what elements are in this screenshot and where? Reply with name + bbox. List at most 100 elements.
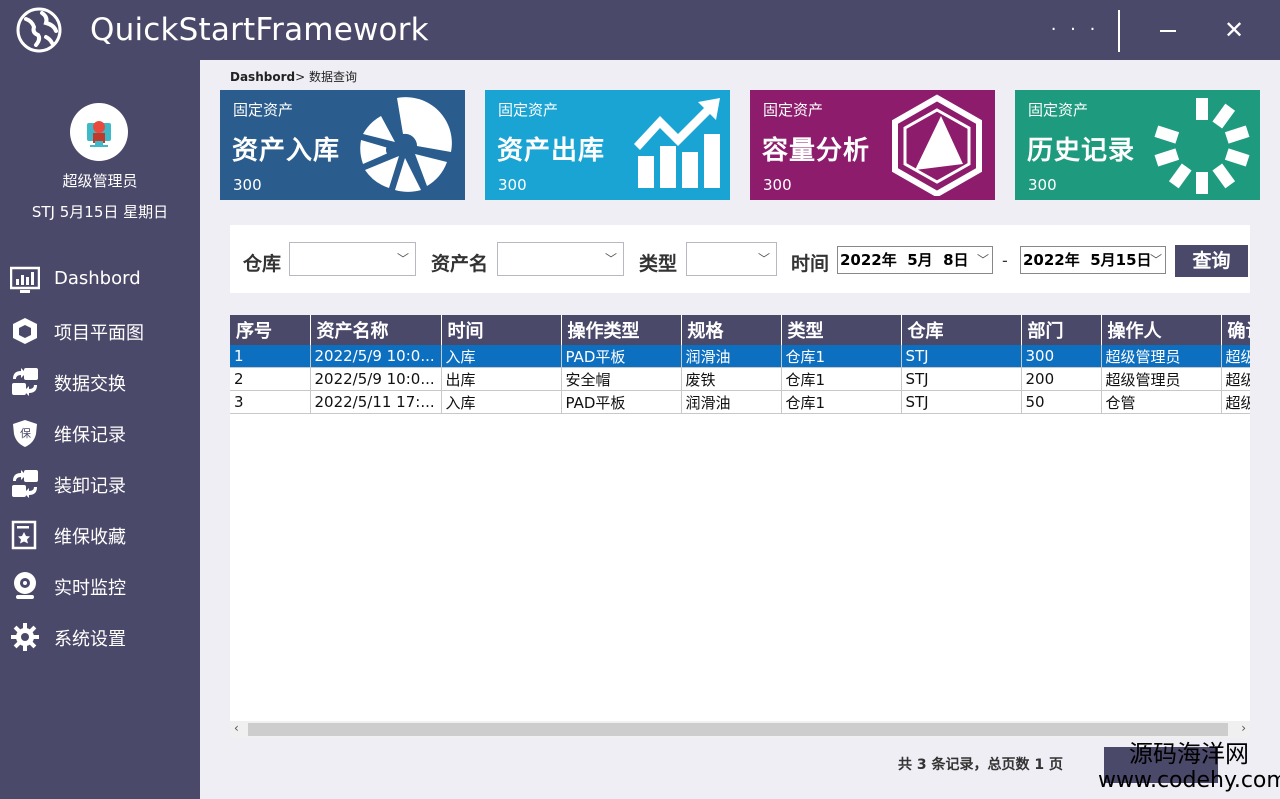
table-cell: STJ [901, 390, 1022, 414]
column-header-warehouse[interactable]: 仓库 [901, 315, 1022, 345]
date-from-value: 2022年 5月 8日 [840, 251, 969, 269]
card-history[interactable]: 固定资产 历史记录 300 [1015, 90, 1260, 200]
sidebar-item-floorplan[interactable]: 项目平面图 [0, 308, 200, 359]
more-button[interactable]: · · · [1050, 14, 1100, 46]
main-content: Dashbord> 数据查询 固定资产 资产入库 300 固定资产 资产出库 3… [200, 60, 1280, 799]
table-cell: 仓库1 [781, 390, 902, 414]
column-header-spec[interactable]: 规格 [681, 315, 782, 345]
gear-icon [11, 623, 39, 651]
scrollbar-thumb[interactable] [248, 723, 1228, 736]
card-subtitle: 固定资产 [763, 101, 824, 119]
type-label: 类型 [639, 253, 678, 275]
table-cell: 入库 [441, 345, 562, 368]
card-title: 资产出库 [497, 136, 606, 166]
column-header-department[interactable]: 部门 [1021, 315, 1102, 345]
webcam-icon [14, 572, 36, 599]
column-header-operator[interactable]: 操作人 [1101, 315, 1222, 345]
asset-name-select[interactable]: ﹀ [497, 242, 624, 276]
card-value: 300 [233, 176, 262, 194]
table-cell: 超级 [1221, 367, 1250, 391]
growth-chart-icon [634, 98, 720, 188]
sidebar-item-label: 系统设置 [54, 629, 126, 650]
title-bar: QuickStartFramework · · · ✕ [0, 0, 1280, 60]
card-subtitle: 固定资产 [233, 101, 294, 119]
table-cell: 出库 [441, 367, 562, 391]
table-row[interactable]: 3 2022/5/11 17:... 入库 PAD平板 润滑油 仓库1 STJ … [230, 390, 1250, 414]
table-cell: PAD平板 [561, 390, 682, 414]
table-cell: 2022/5/11 17:... [310, 390, 442, 414]
chevron-down-icon: ﹀ [396, 252, 409, 266]
sidebar-item-label: 数据交换 [54, 374, 126, 395]
type-select[interactable]: ﹀ [686, 242, 777, 276]
chevron-down-icon: ﹀ [757, 252, 770, 266]
column-header-time[interactable]: 时间 [441, 315, 562, 345]
bookmark-icon [11, 520, 37, 550]
sidebar-item-maintenance[interactable]: 保 维保记录 [0, 410, 200, 461]
svg-text:保: 保 [20, 426, 31, 440]
table-cell: 入库 [441, 390, 562, 414]
warehouse-select[interactable]: ﹀ [289, 242, 416, 276]
table-row[interactable]: 2 2022/5/9 10:0... 出库 安全帽 废铁 仓库1 STJ 200… [230, 367, 1250, 391]
table-cell: 仓管 [1101, 390, 1222, 414]
chevron-down-icon: ﹀ [604, 252, 617, 266]
query-button[interactable]: 查询 [1175, 245, 1248, 277]
table-cell: STJ [901, 367, 1022, 391]
record-count-status: 共 3 条记录，总页数 1 页 [898, 757, 1063, 773]
date-to-value: 2022年 5月15日 [1023, 251, 1152, 269]
table-cell: 超级 [1221, 390, 1250, 414]
sidebar-item-loading[interactable]: 装卸记录 [0, 461, 200, 512]
card-subtitle: 固定资产 [1028, 101, 1089, 119]
breadcrumb-root[interactable]: Dashbord [230, 70, 295, 84]
column-header-asset-name[interactable]: 资产名称 [310, 315, 442, 345]
loading-icon [1154, 98, 1250, 194]
sidebar: 超级管理员 STJ 5月15日 星期日 Dashbord 项目平面图 数据交换 … [0, 60, 200, 799]
warehouse-label: 仓库 [243, 253, 282, 275]
card-value: 300 [763, 176, 792, 194]
sidebar-item-label: Dashbord [54, 268, 141, 289]
breadcrumb-current: 数据查询 [305, 70, 357, 84]
chevron-down-icon: ﹀ [976, 253, 989, 267]
data-grid: 序号 资产名称 时间 操作类型 规格 类型 仓库 部门 操作人 确认 1 202… [230, 315, 1250, 738]
sidebar-item-label: 项目平面图 [54, 323, 144, 344]
table-row[interactable]: 1 2022/5/9 10:0... 入库 PAD平板 润滑油 仓库1 STJ … [230, 345, 1250, 368]
card-capacity[interactable]: 固定资产 容量分析 300 [750, 90, 995, 200]
sidebar-item-dashboard[interactable]: Dashbord [0, 257, 200, 308]
horizontal-scrollbar[interactable]: ‹ › [230, 721, 1250, 738]
sidebar-item-label: 装卸记录 [54, 476, 126, 497]
chevron-down-icon: ﹀ [1149, 253, 1162, 267]
table-cell: 2022/5/9 10:0... [310, 367, 442, 391]
exchange-icon [12, 368, 38, 396]
load-icon [12, 470, 38, 498]
sidebar-item-data-exchange[interactable]: 数据交换 [0, 359, 200, 410]
breadcrumb: Dashbord> 数据查询 [230, 68, 357, 85]
card-title: 资产入库 [232, 136, 341, 166]
card-subtitle: 固定资产 [498, 101, 559, 119]
card-asset-out[interactable]: 固定资产 资产出库 300 [485, 90, 730, 200]
table-cell: 50 [1021, 390, 1102, 414]
table-cell: 3 [230, 390, 311, 414]
minimize-button[interactable] [1146, 14, 1190, 46]
close-button[interactable]: ✕ [1214, 14, 1254, 46]
sidebar-item-settings[interactable]: 系统设置 [0, 614, 200, 665]
date-from-picker[interactable]: 2022年 5月 8日 ﹀ [837, 246, 993, 274]
column-header-index[interactable]: 序号 [230, 315, 311, 345]
column-header-type[interactable]: 类型 [781, 315, 902, 345]
scroll-right-icon[interactable]: › [1241, 721, 1246, 735]
user-date: STJ 5月15日 星期日 [31, 203, 169, 221]
table-cell: 废铁 [681, 367, 782, 391]
date-to-picker[interactable]: 2022年 5月15日 ﹀ [1020, 246, 1166, 274]
table-cell: 润滑油 [681, 390, 782, 414]
card-asset-in[interactable]: 固定资产 资产入库 300 [220, 90, 465, 200]
avatar [70, 103, 128, 161]
date-range-dash: - [1002, 251, 1008, 270]
column-header-operation[interactable]: 操作类型 [561, 315, 682, 345]
card-value: 300 [1028, 176, 1057, 194]
sidebar-item-favorites[interactable]: 维保收藏 [0, 512, 200, 563]
column-header-confirm[interactable]: 确认 [1221, 315, 1250, 345]
titlebar-divider [1118, 10, 1120, 52]
sidebar-item-monitor[interactable]: 实时监控 [0, 563, 200, 614]
globe-icon [16, 7, 62, 53]
scroll-left-icon[interactable]: ‹ [234, 721, 239, 735]
filter-bar: 仓库 ﹀ 资产名 ﹀ 类型 ﹀ 时间 2022年 5月 8日 ﹀ - 2022年 … [230, 225, 1250, 293]
dashboard-icon [10, 266, 40, 293]
